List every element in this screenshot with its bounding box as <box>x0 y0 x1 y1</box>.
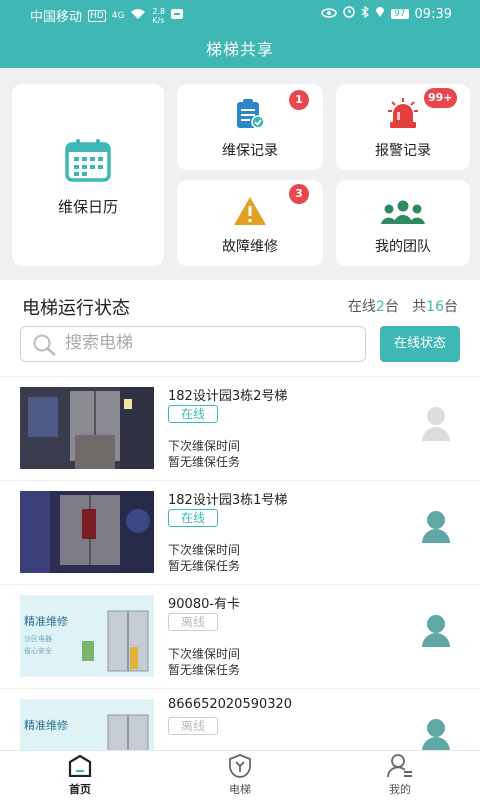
user-icon <box>387 753 413 781</box>
tab-elevator[interactable]: 电梯 <box>200 753 280 797</box>
bottom-tab-bar: 首页 电梯 我的 <box>0 750 480 800</box>
person-gray-icon <box>418 405 454 441</box>
fault-badge: 3 <box>289 184 309 204</box>
maintenance-task-text: 暂无维保任务 <box>168 663 241 677</box>
online-count: 2 <box>375 299 385 315</box>
status-bar: 中国移动 HD 4G 2.8 K/s 97 09:39 <box>0 0 480 28</box>
alarm-record-label: 报警记录 <box>375 143 431 159</box>
elevator-name: 90080-有卡 <box>168 597 241 612</box>
notification-icon <box>171 8 184 23</box>
elevator-photo <box>20 387 154 469</box>
elevator-counts: 在线2台 共16台 <box>347 299 458 315</box>
tab-home-label: 首页 <box>69 783 91 796</box>
status-badge: 在线 <box>168 509 218 527</box>
calendar-card[interactable]: 维保日历 <box>12 84 164 266</box>
search-box[interactable] <box>20 326 366 362</box>
eye-icon <box>321 7 337 22</box>
search-icon <box>33 334 57 360</box>
search-input[interactable] <box>65 333 355 353</box>
online-status-button[interactable]: 在线状态 <box>380 326 460 362</box>
warning-icon <box>233 196 267 230</box>
ad-line3: 省心安全 <box>24 646 52 655</box>
team-icon <box>380 200 426 228</box>
elevator-name: 182设计园3栋2号梯 <box>168 389 288 404</box>
page-title: 梯梯共享 <box>205 40 274 59</box>
calendar-icon <box>64 138 112 186</box>
status-badge: 离线 <box>168 717 218 735</box>
speed-indicator: 2.8 K/s <box>152 6 166 25</box>
elevator-ad-image: 精准维修 <box>20 699 154 750</box>
shortcut-grid: 维保日历 维保记录 1 报警记录 99+ 故障维修 3 我的团队 <box>0 68 480 280</box>
app-header: 中国移动 HD 4G 2.8 K/s 97 09:39 梯梯共享 <box>0 0 480 68</box>
clock-time: 09:39 <box>414 6 452 22</box>
maintenance-record-label: 维保记录 <box>222 143 278 159</box>
clipboard-icon <box>235 98 265 134</box>
elevator-shield-icon <box>228 753 252 781</box>
maintenance-record-card[interactable]: 维保记录 1 <box>177 84 323 170</box>
elevator-row[interactable]: 精准维修 866652020590320 离线 <box>0 688 480 750</box>
person-teal-icon <box>418 717 454 750</box>
bluetooth-icon <box>361 5 370 22</box>
ad-line1: 精准维修 <box>24 718 68 732</box>
section-title: 电梯运行状态 <box>22 298 130 319</box>
elevator-name: 182设计园3栋1号梯 <box>168 493 288 508</box>
maintenance-task-text: 暂无维保任务 <box>168 559 241 573</box>
network-label: 4G <box>111 10 125 21</box>
elevator-status-section: 电梯运行状态 在线2台 共16台 在线状态 18 <box>0 280 480 750</box>
ad-line2: 沙区电器 <box>24 634 52 643</box>
next-maintenance-label: 下次维保时间 <box>168 647 241 661</box>
tab-elevator-label: 电梯 <box>229 783 251 796</box>
location-icon <box>375 6 385 22</box>
elevator-row[interactable]: 精准维修 沙区电器 省心安全 90080-有卡 离线 下次维保时间 暂无维保任务 <box>0 584 480 688</box>
tab-home[interactable]: 首页 <box>40 753 120 797</box>
hd-badge: HD <box>88 9 106 22</box>
wifi-icon <box>130 8 146 24</box>
fault-repair-card[interactable]: 故障维修 3 <box>177 180 323 266</box>
elevator-name: 866652020590320 <box>168 697 293 712</box>
elevator-row[interactable]: 182设计园3栋1号梯 在线 下次维保时间 暂无维保任务 <box>0 480 480 584</box>
home-icon <box>68 754 92 780</box>
maintenance-task-text: 暂无维保任务 <box>168 455 241 469</box>
my-team-card[interactable]: 我的团队 <box>336 180 470 266</box>
my-team-label: 我的团队 <box>375 239 431 255</box>
fault-repair-label: 故障维修 <box>222 239 278 255</box>
ad-line1: 精准维修 <box>24 614 68 628</box>
tab-mine[interactable]: 我的 <box>360 753 440 797</box>
alarm-badge: 99+ <box>424 88 457 108</box>
calendar-label: 维保日历 <box>57 198 118 216</box>
alarm-record-card[interactable]: 报警记录 99+ <box>336 84 470 170</box>
elevator-photo <box>20 491 154 573</box>
tab-mine-label: 我的 <box>389 783 411 796</box>
person-teal-icon <box>418 509 454 545</box>
total-count: 16 <box>426 299 444 315</box>
battery-icon: 97 <box>391 9 409 19</box>
status-badge: 在线 <box>168 405 218 423</box>
maintenance-badge: 1 <box>289 90 309 110</box>
siren-icon <box>386 98 420 134</box>
elevator-ad-image: 精准维修 沙区电器 省心安全 <box>20 595 154 677</box>
elevator-row[interactable]: 182设计园3栋2号梯 在线 下次维保时间 暂无维保任务 <box>0 376 480 480</box>
person-teal-icon <box>418 613 454 649</box>
alarm-clock-icon <box>343 6 355 22</box>
next-maintenance-label: 下次维保时间 <box>168 439 241 453</box>
next-maintenance-label: 下次维保时间 <box>168 543 241 557</box>
status-badge: 离线 <box>168 613 218 631</box>
carrier-label: 中国移动 <box>30 10 83 25</box>
